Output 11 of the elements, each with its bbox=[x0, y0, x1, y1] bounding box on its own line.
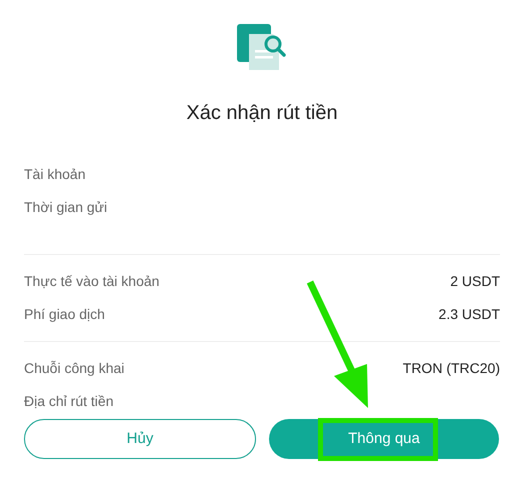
field-label: Chuỗi công khai bbox=[24, 359, 124, 378]
field-value: 2 USDT bbox=[450, 272, 500, 291]
cancel-button[interactable]: Hủy bbox=[24, 419, 256, 459]
field-label: Phí giao dịch bbox=[24, 305, 105, 324]
dialog-title: Xác nhận rút tiền bbox=[186, 101, 338, 126]
field-label: Địa chỉ rút tiền bbox=[24, 392, 114, 411]
field-value: 2.3 USDT bbox=[438, 305, 500, 324]
field-value: TRON (TRC20) bbox=[402, 359, 500, 378]
field-label: Thực tế vào tài khoản bbox=[24, 272, 160, 291]
field-label: Thời gian gửi bbox=[24, 198, 108, 217]
field-label: Tài khoản bbox=[24, 165, 86, 184]
